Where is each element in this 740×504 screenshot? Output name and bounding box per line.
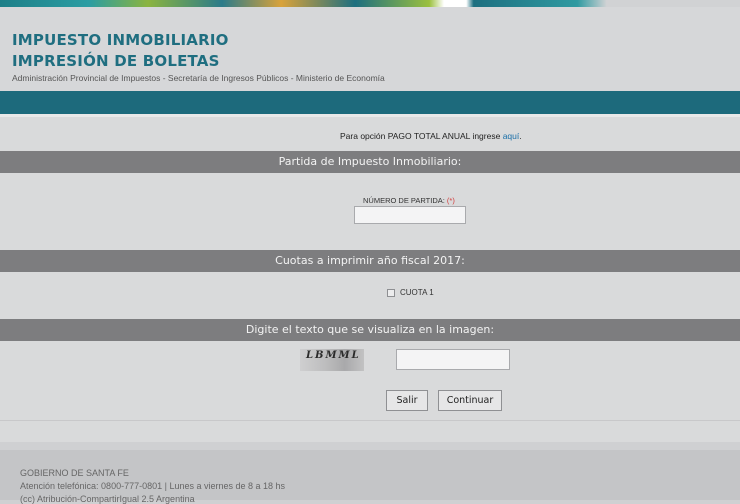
section-header-cuotas: Cuotas a imprimir año fiscal 2017: (0, 250, 740, 272)
captcha-image: LBMML (300, 349, 364, 371)
agency-breadcrumb: Administración Provincial de Impuestos -… (12, 73, 385, 83)
pago-total-text: Para opción PAGO TOTAL ANUAL ingrese (340, 131, 503, 141)
partida-label: NÚMERO DE PARTIDA: (*) (363, 196, 455, 205)
captcha-input[interactable] (396, 349, 510, 370)
page-footer: GOBIERNO DE SANTA FE Atención telefónica… (0, 450, 740, 504)
required-mark: (*) (446, 196, 455, 205)
footer-contact: Atención telefónica: 0800-777-0801 | Lun… (20, 481, 286, 491)
continuar-button[interactable]: Continuar (438, 390, 502, 411)
footer-org: GOBIERNO DE SANTA FE (20, 468, 129, 478)
cuota-option[interactable]: CUOTA 1 (387, 288, 434, 297)
section-header-captcha: Digite el texto que se visualiza en la i… (0, 319, 740, 341)
pago-total-period: . (519, 131, 522, 141)
pago-total-link[interactable]: aquí (503, 131, 520, 141)
footer-license: (cc) Atribución-CompartirIgual 2.5 Argen… (20, 494, 195, 504)
main-form: Para opción PAGO TOTAL ANUAL ingrese aqu… (0, 114, 740, 442)
page-title: IMPUESTO INMOBILIARIO (12, 31, 229, 49)
salir-button[interactable]: Salir (386, 390, 428, 411)
partida-label-text: NÚMERO DE PARTIDA: (363, 196, 445, 205)
cuota-1-checkbox[interactable] (387, 288, 395, 297)
page-header: IMPUESTO INMOBILIARIO IMPRESIÓN DE BOLET… (0, 7, 740, 91)
partida-number-input[interactable] (354, 206, 466, 224)
header-teal-bar (0, 91, 740, 114)
divider (0, 420, 740, 421)
divider (0, 114, 740, 117)
section-header-partida: Partida de Impuesto Inmobiliario: (0, 151, 740, 173)
top-color-stripe (0, 0, 740, 7)
page-subtitle-title: IMPRESIÓN DE BOLETAS (12, 52, 220, 70)
cuota-1-label: CUOTA 1 (400, 288, 434, 297)
